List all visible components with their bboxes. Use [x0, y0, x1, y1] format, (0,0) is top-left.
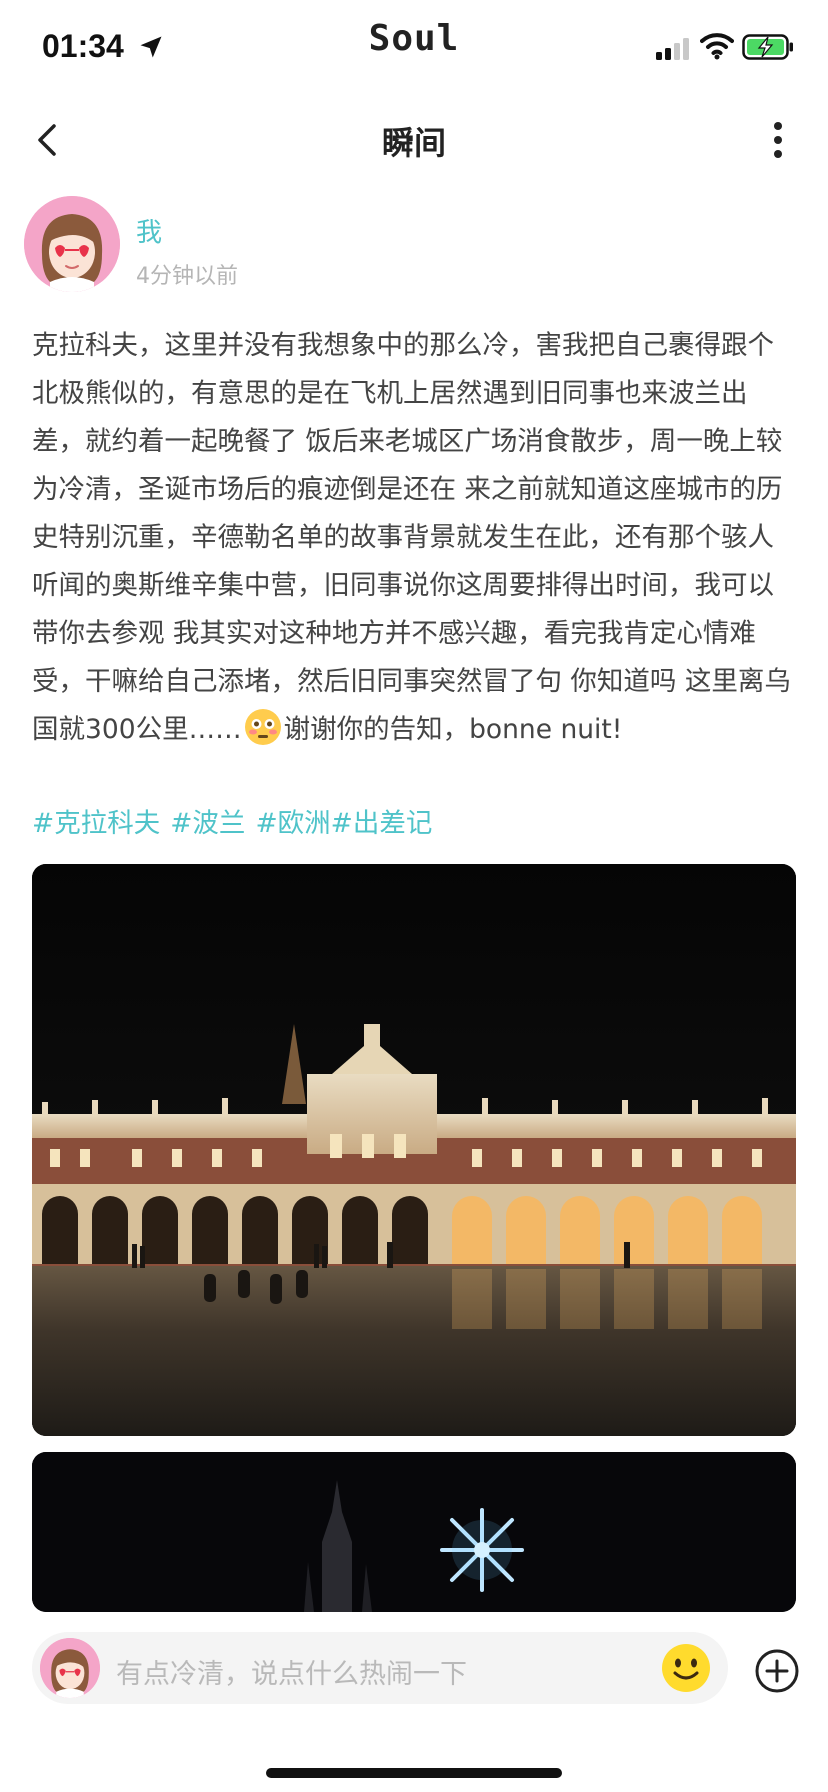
comment-placeholder: 有点冷清，说点什么热闹一下 [116, 1659, 467, 1690]
church-spire-christmas-star-photo [32, 1452, 796, 1612]
plus-circle-icon[interactable] [754, 1648, 800, 1694]
page-title: 瞬间 [381, 124, 446, 162]
post-tags: #克拉科夫 #波兰 #欧洲#出差记 [32, 800, 432, 848]
author-name[interactable]: 我 [136, 212, 162, 249]
post-photo[interactable] [32, 1452, 796, 1612]
comment-bar: 有点冷清，说点什么热闹一下 [0, 1612, 828, 1792]
flushed-face-emoji-icon [244, 709, 281, 745]
post-text-part-1: 克拉科夫，这里并没有我想象中的那么冷，害我把自己裹得跟个北极熊似的，有意思的是在… [32, 330, 791, 745]
tag-link[interactable]: #克拉科夫 [32, 808, 160, 839]
post-text-part-2: 谢谢你的告知，bonne nuit! [283, 714, 623, 745]
author-avatar[interactable] [24, 196, 120, 292]
wifi-icon [700, 33, 734, 60]
current-user-avatar [40, 1638, 100, 1698]
signal-icon [656, 38, 689, 60]
post-body: 克拉科夫，这里并没有我想象中的那么冷，害我把自己裹得跟个北极熊似的，有意思的是在… [32, 322, 800, 754]
avatar-girl-illustration [40, 1638, 100, 1698]
krakow-cloth-hall-night-photo [32, 864, 796, 1436]
home-indicator[interactable] [266, 1768, 562, 1778]
post-photo[interactable] [32, 864, 796, 1436]
tag-link[interactable]: #欧洲 [255, 808, 330, 839]
comment-input[interactable]: 有点冷清，说点什么热闹一下 [32, 1632, 728, 1704]
post-timestamp: 4分钟以前 [136, 264, 238, 289]
status-bar: 01:34 Soul [0, 0, 828, 96]
battery-charging-icon [742, 34, 793, 60]
more-vertical-icon[interactable] [762, 118, 794, 162]
avatar-girl-illustration [24, 196, 120, 292]
smiley-icon[interactable] [660, 1642, 712, 1694]
tag-link[interactable]: #出差记 [331, 808, 433, 839]
nav-bar: 瞬间 [0, 100, 828, 184]
tag-link[interactable]: #波兰 [170, 808, 245, 839]
